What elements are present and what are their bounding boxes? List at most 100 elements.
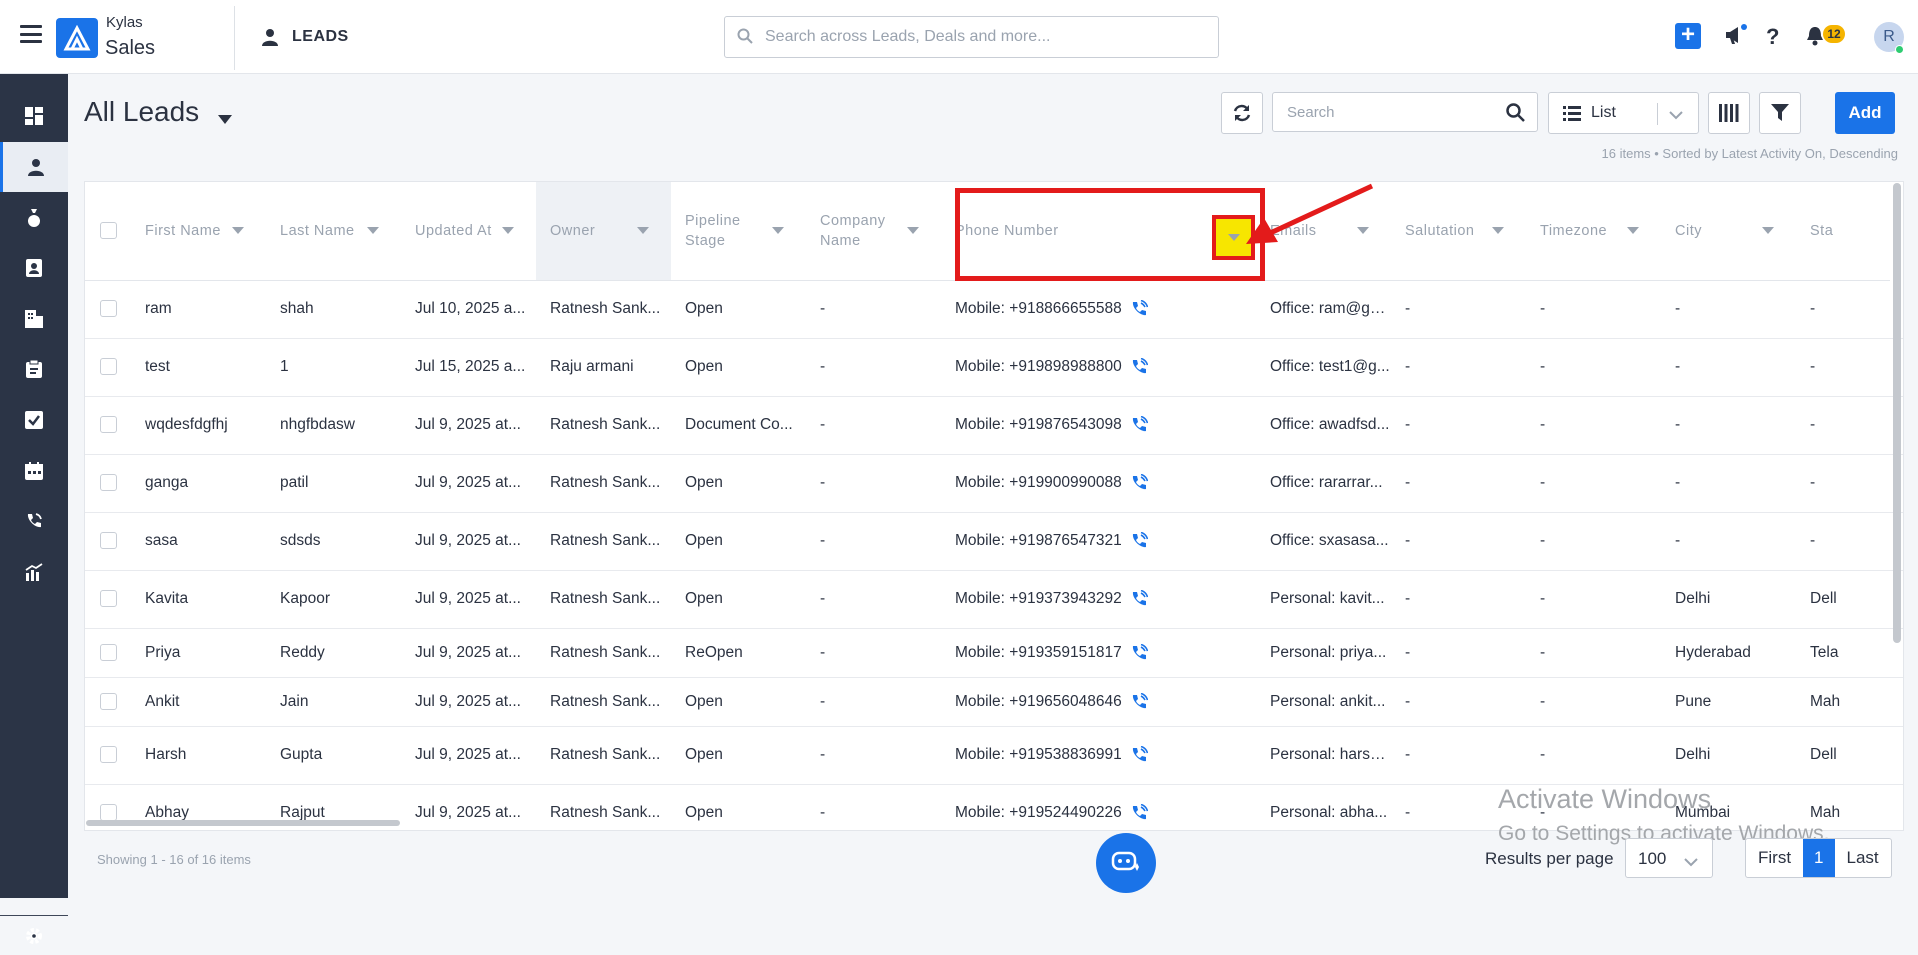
results-per-page-select[interactable]: 100 [1625,838,1713,878]
call-phone-icon[interactable] [1130,416,1148,434]
column-header[interactable]: Company Name [806,182,941,281]
table-cell[interactable]: sasa [131,512,266,571]
table-cell[interactable]: wqdesfdgfhj [131,396,266,455]
search-icon[interactable] [1506,103,1525,127]
columns-button[interactable] [1708,92,1750,134]
row-checkbox[interactable] [99,643,117,661]
row-checkbox[interactable] [99,804,117,822]
calendar-icon[interactable] [0,446,68,496]
row-checkbox[interactable] [99,692,117,710]
bell-icon[interactable] [1806,26,1824,51]
page-title[interactable]: All Leads [84,96,199,128]
global-search-input[interactable] [763,25,1203,49]
page-1-button[interactable]: 1 [1803,839,1835,877]
header-actions-cell [1846,182,1890,281]
column-header[interactable]: Sta [1796,182,1846,281]
column-header[interactable]: Pipeline Stage [671,182,806,281]
reports-icon[interactable] [0,547,68,597]
help-icon[interactable]: ? [1766,24,1779,50]
first-page-button[interactable]: First [1746,839,1803,877]
column-header[interactable]: First Name [131,182,266,281]
announcement-icon[interactable] [1724,24,1748,51]
menu-icon[interactable] [20,25,42,43]
contacts-icon[interactable] [0,243,68,293]
sort-caret-icon[interactable] [637,227,649,234]
caret-down-icon[interactable] [218,111,232,129]
sidebar [0,74,68,944]
table-row[interactable]: Kavita Kapoor Jul 9, 2025 at... Ratnesh San… [85,570,1903,629]
table-row[interactable]: test 1 Jul 15, 2025 a... Raju armani Open - Mo… [85,338,1903,397]
refresh-button[interactable] [1221,92,1263,134]
table-cell[interactable]: Priya [131,628,266,678]
horizontal-scrollbar[interactable] [86,820,400,826]
view-select[interactable]: List [1548,92,1699,134]
last-page-button[interactable]: Last [1835,839,1891,877]
table-cell[interactable]: ram [131,280,266,339]
add-button[interactable]: Add [1835,92,1895,134]
sort-caret-icon[interactable] [1627,227,1639,234]
table-cell[interactable]: Ankit [131,677,266,727]
call-phone-icon[interactable] [1130,746,1148,764]
list-search-input[interactable] [1285,101,1485,123]
call-phone-icon[interactable] [1130,692,1148,711]
sort-caret-icon[interactable] [907,227,919,234]
sort-caret-icon[interactable] [1492,227,1504,234]
tasks-clipboard-icon[interactable] [0,344,68,394]
call-phone-icon[interactable] [1130,804,1148,822]
sort-caret-icon[interactable] [772,227,784,234]
sort-caret-icon[interactable] [502,227,514,234]
column-header[interactable]: Updated At [401,182,536,281]
vertical-scrollbar[interactable] [1893,183,1901,643]
table-cell: Pune [1661,677,1796,727]
row-checkbox[interactable] [99,300,117,318]
settings-gear-icon[interactable] [0,915,68,955]
table-cell: Jul 9, 2025 at... [401,628,536,678]
row-checkbox[interactable] [99,416,117,434]
row-checkbox[interactable] [99,590,117,608]
row-checkbox[interactable] [99,532,117,550]
table-cell[interactable]: test [131,338,266,397]
row-select-cell [85,280,131,339]
call-phone-icon[interactable] [1130,300,1148,318]
column-header[interactable]: Last Name [266,182,401,281]
sort-caret-icon[interactable] [232,227,244,234]
leads-icon[interactable] [0,142,68,192]
chatbot-button[interactable] [1096,833,1156,893]
column-header[interactable]: Timezone [1526,182,1661,281]
table-cell: Mobile: +918866655588 [941,280,1256,339]
row-checkbox[interactable] [99,746,117,764]
row-checkbox[interactable] [99,474,117,492]
column-header[interactable]: Salutation [1391,182,1526,281]
call-phone-icon[interactable] [1130,358,1148,376]
column-header[interactable]: City [1661,182,1796,281]
table-row[interactable]: ganga patil Jul 9, 2025 at... Ratnesh Sank.… [85,454,1903,513]
select-all-checkbox[interactable] [99,222,117,240]
deals-icon[interactable] [0,193,68,243]
call-phone-icon[interactable] [1130,590,1148,608]
table-cell[interactable]: Harsh [131,726,266,785]
sort-caret-icon[interactable] [1762,227,1774,234]
table-row[interactable]: Priya Reddy Jul 9, 2025 at... Ratnesh Sank.… [85,628,1903,678]
table-cell: - [1391,677,1526,727]
dashboard-icon[interactable] [0,91,68,141]
column-header[interactable]: Owner [536,182,671,281]
table-row[interactable]: Harsh Gupta Jul 9, 2025 at... Ratnesh Sank.… [85,726,1903,785]
table-row[interactable]: sasa sdsds Jul 9, 2025 at... Ratnesh Sank..… [85,512,1903,571]
call-log-icon[interactable] [0,496,68,546]
table-row[interactable]: wqdesfdgfhj nhgfbdasw Jul 9, 2025 at... Rat… [85,396,1903,455]
sort-caret-icon[interactable] [367,227,379,234]
companies-icon[interactable] [0,294,68,344]
kylas-logo-icon[interactable] [56,18,98,58]
call-phone-icon[interactable] [1130,643,1148,662]
call-phone-icon[interactable] [1130,532,1148,550]
call-phone-icon[interactable] [1130,474,1148,492]
quick-add-button[interactable]: + [1675,23,1701,49]
table-cell[interactable]: ganga [131,454,266,513]
row-checkbox[interactable] [99,358,117,376]
table-row[interactable]: ram shah Jul 10, 2025 a... Ratnesh Sank... O… [85,280,1903,339]
filter-button[interactable] [1759,92,1801,134]
table-cell: Personal: harsh... [1256,726,1391,785]
table-row[interactable]: Ankit Jain Jul 9, 2025 at... Ratnesh Sank..… [85,677,1903,727]
checkbox-task-icon[interactable] [0,395,68,445]
table-cell[interactable]: Kavita [131,570,266,629]
